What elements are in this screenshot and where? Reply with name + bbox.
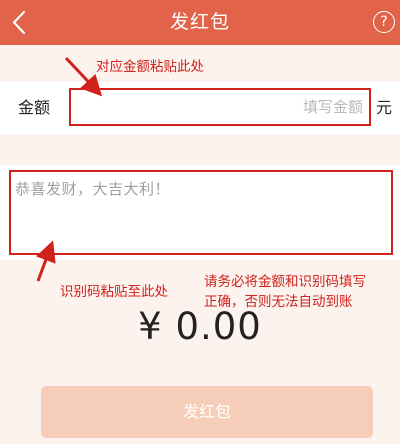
amount-input[interactable]: 填写金额 xyxy=(69,88,371,126)
amount-placeholder: 填写金额 xyxy=(302,98,363,116)
message-placeholder: 恭喜发财，大吉大利！ xyxy=(15,180,171,198)
total-amount: ¥ 0.00 xyxy=(138,305,262,348)
message-input[interactable]: 恭喜发财，大吉大利！ xyxy=(9,170,393,255)
amount-unit: 元 xyxy=(376,98,393,117)
warning-line-1: 请务必将金额和识别码填写 xyxy=(204,274,366,290)
top-bar: 发红包 ? xyxy=(0,0,400,45)
amount-label: 金额 xyxy=(18,98,51,117)
page-title: 发红包 xyxy=(169,11,230,33)
amount-paste-hint: 对应金额粘贴此处 xyxy=(96,59,204,75)
send-red-packet-button[interactable]: 发红包 xyxy=(41,386,373,438)
help-icon[interactable]: ? xyxy=(373,11,395,33)
message-area: 恭喜发财，大吉大利！ xyxy=(0,165,400,260)
amount-row: 金额 填写金额 元 xyxy=(0,82,400,134)
code-paste-hint: 识别码粘贴至此处 xyxy=(60,284,168,300)
